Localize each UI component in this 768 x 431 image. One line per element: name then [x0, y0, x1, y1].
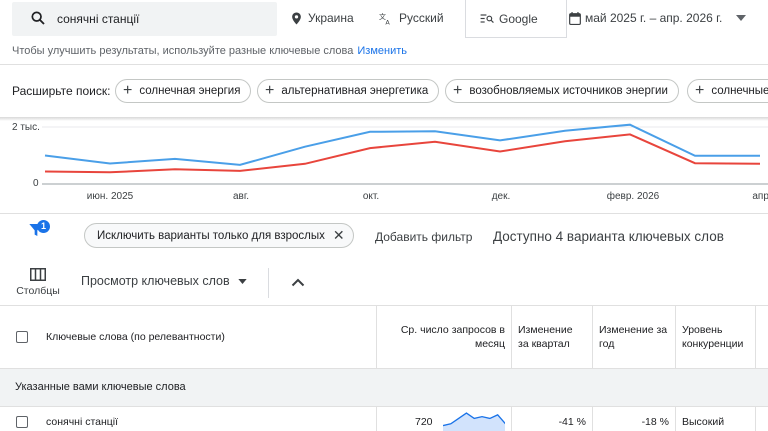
competition-cell: Высокий — [675, 407, 755, 431]
column-header-label: Ключевые слова (по релевантности) — [46, 330, 225, 343]
year-change-cell: -18 % — [592, 407, 675, 431]
edit-link[interactable]: Изменить — [357, 45, 407, 57]
chevron-up-icon — [291, 278, 305, 287]
filter-row: 1 Исключить варианты только для взрослых… — [0, 214, 768, 260]
divider — [268, 268, 269, 298]
filter-chip-label: Исключить варианты только для взрослых — [97, 229, 325, 242]
searches-cell: 720 — [376, 407, 511, 431]
trend-sparkline — [442, 412, 505, 431]
add-filter-button[interactable]: Добавить фильтр — [375, 230, 472, 244]
table-header: Ключевые слова (по релевантности) Ср. чи… — [0, 306, 768, 368]
table-toolbar: Столбцы Просмотр ключевых слов — [0, 260, 768, 305]
row-checkbox[interactable] — [16, 416, 28, 428]
date-range-filter[interactable]: май 2025 г. – апр. 2026 г. — [569, 11, 750, 25]
plus-icon: + — [123, 82, 133, 99]
columns-icon — [30, 268, 46, 281]
next-cell — [755, 407, 768, 431]
column-header-searches[interactable]: Ср. число запросов в месяц — [376, 306, 511, 368]
keyword-cell: сонячні станції — [40, 407, 376, 431]
keyword-view-label: Просмотр ключевых слов — [81, 274, 230, 288]
x-tick-label: окт. — [362, 191, 380, 202]
plus-icon: + — [453, 82, 463, 99]
top-bar: сонячні станції Украина 文A Русский Googl… — [0, 0, 768, 38]
chip-label: альтернативная энергетика — [281, 85, 429, 97]
quarter-change-value: -41 % — [558, 416, 586, 428]
collapse-chart-button[interactable] — [291, 274, 305, 292]
calendar-icon — [569, 11, 581, 25]
y-tick-label: 2 тыс. — [12, 122, 40, 133]
x-tick-label: июн. 2025 — [86, 191, 134, 202]
location-pin-icon — [292, 12, 301, 24]
expand-search-label: Расширьте поиск: — [12, 84, 111, 98]
quarter-change-cell: -41 % — [511, 407, 592, 431]
available-ideas-count: Доступно 4 варианта ключевых слов — [493, 229, 724, 244]
table-row[interactable]: сонячні станції 720 -41 % -18 % Высокий — [0, 407, 768, 431]
keyword-text: сонячні станції — [46, 416, 119, 428]
suggestion-chip[interactable]: + солнечные — [687, 79, 768, 103]
svg-text:A: A — [385, 18, 390, 25]
suggestion-chip[interactable]: + солнечная энергия — [115, 79, 252, 103]
x-tick-label: февр. 2026 — [606, 191, 660, 202]
column-header-label: Ср. число запросов в месяц — [400, 323, 505, 350]
search-network-icon — [480, 14, 494, 23]
y-tick-label: 0 — [33, 178, 39, 189]
competition-value: Высокий — [682, 416, 725, 428]
search-engine-label: Google — [499, 11, 538, 26]
chip-label: солнечные — [711, 85, 768, 97]
chip-label: солнечная энергия — [139, 85, 241, 97]
translate-icon: 文A — [379, 12, 390, 25]
x-tick-label: авг. — [232, 191, 250, 202]
chevron-down-icon — [237, 278, 247, 284]
plus-icon: + — [265, 82, 275, 99]
location-label: Украина — [308, 11, 354, 25]
select-all-cell — [10, 306, 40, 368]
suggestion-chip[interactable]: + альтернативная энергетика — [257, 79, 440, 103]
keyword-view-dropdown[interactable]: Просмотр ключевых слов — [81, 274, 247, 288]
search-box[interactable]: сонячні станції — [12, 2, 277, 36]
search-query[interactable]: сонячні станції — [57, 12, 139, 26]
language-label: Русский — [399, 11, 444, 25]
columns-button[interactable]: Столбцы — [14, 268, 62, 297]
column-header-label: Изменение за год — [599, 323, 668, 350]
chart-top-shadow — [0, 117, 768, 121]
column-header-label: Изменение за квартал — [518, 323, 573, 350]
hint-text: Чтобы улучшить результаты, используйте р… — [12, 45, 407, 57]
date-range-label: май 2025 г. – апр. 2026 г. — [585, 11, 723, 25]
group-header-label: Указанные вами ключевые слова — [15, 381, 186, 393]
series-line-1 — [44, 133, 761, 174]
searches-value: 720 — [415, 416, 433, 428]
plus-icon: + — [695, 82, 705, 99]
search-icon — [30, 10, 46, 31]
column-header-quarter-change[interactable]: Изменение за квартал — [511, 306, 592, 368]
chip-label: возобновляемых источников энергии — [469, 85, 668, 97]
language-filter[interactable]: 文A Русский — [379, 11, 444, 25]
location-filter[interactable]: Украина — [291, 11, 354, 25]
column-header-competition[interactable]: Уровень конкуренции — [675, 306, 755, 368]
column-header-label: Уровень конкуренции — [682, 323, 744, 350]
search-engine-filter[interactable]: Google — [465, 0, 567, 38]
hint-message: Чтобы улучшить результаты, используйте р… — [12, 45, 354, 57]
column-header-year-change[interactable]: Изменение за год — [592, 306, 675, 368]
adult-filter-chip[interactable]: Исключить варианты только для взрослых ✕ — [84, 223, 354, 248]
column-header-next — [755, 306, 768, 368]
filter-count-badge: 1 — [37, 220, 50, 233]
column-header-keyword[interactable]: Ключевые слова (по релевантности) — [40, 306, 376, 368]
row-select-cell — [10, 407, 40, 431]
group-header-row: Указанные вами ключевые слова — [0, 368, 768, 407]
suggestion-chip[interactable]: + возобновляемых источников энергии — [445, 79, 679, 103]
select-all-checkbox[interactable] — [16, 331, 28, 343]
chevron-down-icon — [736, 15, 747, 21]
x-tick-label: апр. — [752, 191, 768, 202]
columns-label: Столбцы — [16, 285, 60, 297]
close-icon[interactable]: ✕ — [333, 227, 345, 244]
x-tick-label: дек. — [491, 191, 511, 202]
year-change-value: -18 % — [641, 416, 669, 428]
expand-search-row: Расширьте поиск: + солнечная энергия + аль… — [0, 65, 768, 117]
